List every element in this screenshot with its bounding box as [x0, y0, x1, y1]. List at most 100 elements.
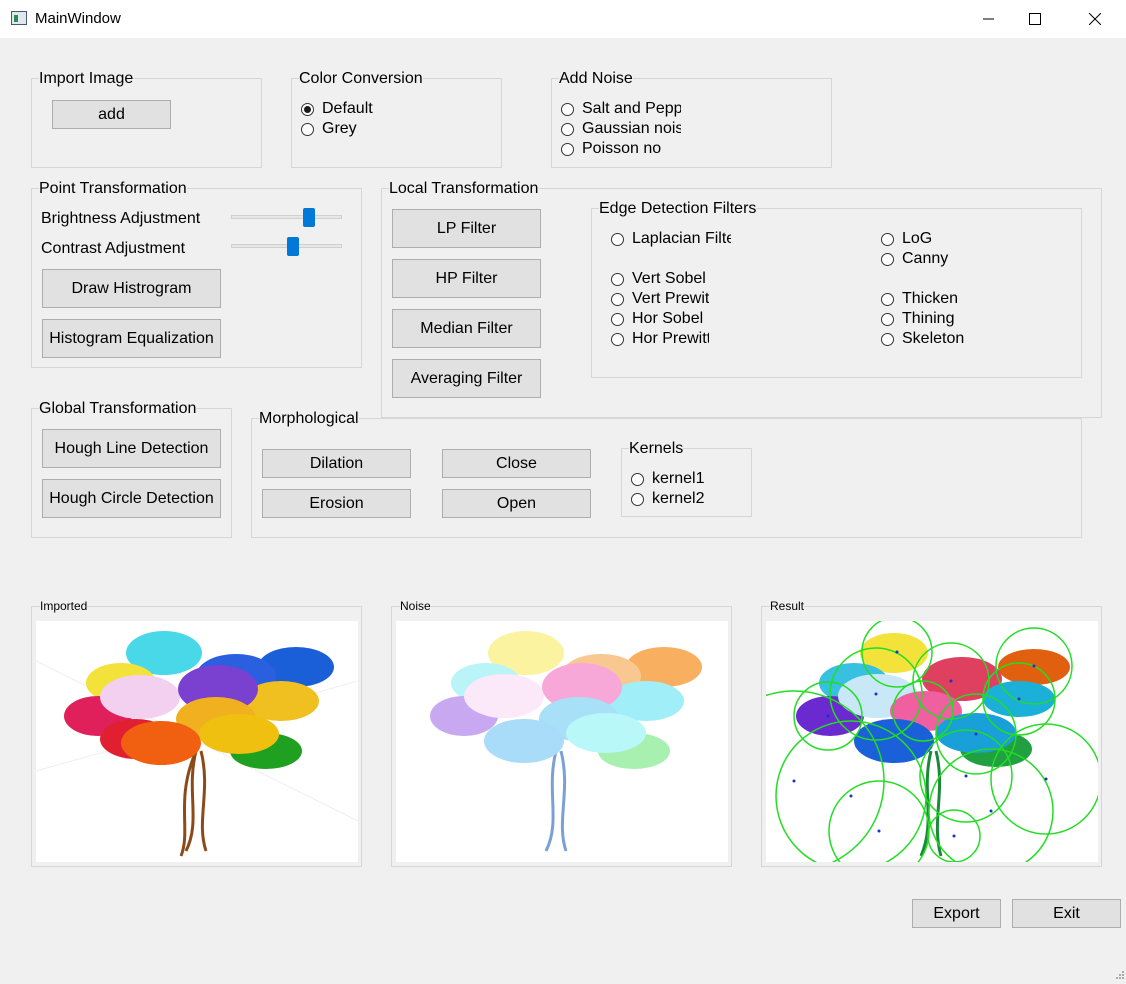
radio-poisson-noise-label: Poisson noise [582, 140, 662, 157]
hough-line-button[interactable]: Hough Line Detection [42, 429, 221, 468]
averaging-filter-button[interactable]: Averaging Filter [392, 359, 541, 398]
slider-handle[interactable] [287, 237, 299, 256]
radio-vert-sobel-label: Vert Sobel [632, 270, 706, 287]
maximize-button[interactable] [1012, 0, 1058, 38]
radio-indicator [631, 492, 644, 506]
radio-indicator [881, 292, 894, 306]
slider-handle[interactable] [303, 208, 315, 227]
edge-detection-title: Edge Detection Filters [599, 200, 757, 218]
radio-salt-pepper[interactable]: Salt and Pepper [561, 99, 681, 119]
radio-canny[interactable]: Canny [881, 249, 948, 269]
draw-histogram-button[interactable]: Draw Histrogram [42, 269, 221, 308]
global-transformation-title: Global Transformation [39, 400, 197, 418]
radio-indicator [561, 122, 574, 136]
radio-indicator [631, 472, 644, 486]
radio-thicken[interactable]: Thicken [881, 289, 958, 309]
radio-default-label: Default [322, 100, 373, 117]
radio-indicator [301, 122, 314, 136]
result-image [766, 621, 1098, 862]
local-transformation-title: Local Transformation [389, 180, 539, 198]
radio-indicator [611, 232, 624, 246]
close-icon [1089, 13, 1101, 25]
resize-grip-icon[interactable] [1114, 966, 1124, 979]
exit-button[interactable]: Exit [1012, 899, 1121, 928]
minimize-button[interactable] [966, 0, 1012, 38]
noise-image [396, 621, 728, 862]
radio-kernel2[interactable]: kernel2 [631, 489, 704, 509]
radio-salt-pepper-label: Salt and Pepper [582, 100, 681, 117]
noise-title: Noise [400, 599, 431, 613]
open-button[interactable]: Open [442, 489, 591, 518]
add-image-button[interactable]: add [52, 100, 171, 129]
histogram-equalization-button[interactable]: Histogram Equalization [42, 319, 221, 358]
radio-indicator-checked [301, 102, 314, 116]
median-filter-button[interactable]: Median Filter [392, 309, 541, 348]
result-title: Result [770, 599, 805, 613]
hough-circle-button[interactable]: Hough Circle Detection [42, 479, 221, 518]
radio-default[interactable]: Default [301, 99, 373, 119]
radio-indicator [611, 272, 624, 286]
radio-thicken-label: Thicken [902, 290, 959, 307]
radio-hor-prewitt-label: Hor Prewitt [632, 330, 709, 347]
radio-poisson-noise[interactable]: Poisson noise [561, 139, 662, 159]
brightness-label: Brightness Adjustment [41, 210, 201, 227]
radio-indicator [561, 102, 574, 116]
radio-indicator [881, 312, 894, 326]
radio-skeleton[interactable]: Skeleton [881, 329, 964, 349]
global-transformation-group [31, 408, 232, 538]
close-window-button[interactable] [1072, 0, 1118, 38]
imported-title: Imported [40, 599, 88, 613]
radio-hor-sobel-label: Hor Sobel [632, 310, 704, 327]
close-button[interactable]: Close [442, 449, 591, 478]
radio-kernel2-label: kernel2 [652, 490, 705, 507]
radio-thining[interactable]: Thining [881, 309, 954, 329]
color-conversion-title: Color Conversion [299, 70, 423, 88]
contrast-label: Contrast Adjustment [41, 240, 186, 257]
brightness-slider[interactable] [231, 208, 342, 228]
radio-gaussian-noise[interactable]: Gaussian noise [561, 119, 681, 139]
imported-balloons-image [36, 631, 358, 857]
app-icon [11, 11, 27, 25]
radio-indicator [881, 332, 894, 346]
radio-gaussian-noise-label: Gaussian noise [582, 120, 681, 137]
radio-skeleton-label: Skeleton [902, 330, 965, 347]
add-noise-title: Add Noise [559, 70, 633, 88]
radio-kernel1[interactable]: kernel1 [631, 469, 704, 489]
radio-laplacian-label: Laplacian Filter [632, 230, 731, 247]
erosion-button[interactable]: Erosion [262, 489, 411, 518]
radio-laplacian-filter[interactable]: Laplacian Filter [611, 229, 731, 249]
kernels-title: Kernels [629, 440, 684, 458]
maximize-icon [1029, 13, 1041, 25]
radio-indicator [881, 252, 894, 266]
radio-thining-label: Thining [902, 310, 955, 327]
radio-kernel1-label: kernel1 [652, 470, 705, 487]
export-button[interactable]: Export [912, 899, 1001, 928]
radio-hor-sobel[interactable]: Hor Sobel [611, 309, 711, 329]
radio-vert-prewitt[interactable]: Vert Prewitt [611, 289, 709, 309]
radio-indicator [881, 232, 894, 246]
hp-filter-button[interactable]: HP Filter [392, 259, 541, 298]
noise-balloons-image [430, 631, 702, 852]
import-image-title: Import Image [39, 70, 134, 88]
window-title: MainWindow [35, 10, 121, 27]
dilation-button[interactable]: Dilation [262, 449, 411, 478]
radio-vert-prewitt-label: Vert Prewitt [632, 290, 709, 307]
contrast-slider[interactable] [231, 237, 342, 257]
radio-hor-prewitt[interactable]: Hor Prewitt [611, 329, 709, 349]
lp-filter-button[interactable]: LP Filter [392, 209, 541, 248]
radio-log[interactable]: LoG [881, 229, 932, 249]
imported-image [36, 621, 358, 862]
title-bar: MainWindow [0, 0, 1126, 38]
point-transformation-title: Point Transformation [39, 180, 187, 198]
morphological-title: Morphological [259, 410, 359, 428]
radio-grey-label: Grey [322, 120, 357, 137]
radio-indicator [611, 292, 624, 306]
radio-indicator [561, 142, 574, 156]
slider-track [231, 215, 342, 219]
radio-indicator [611, 332, 624, 346]
radio-log-label: LoG [902, 230, 933, 247]
minimize-icon [983, 18, 994, 20]
radio-grey[interactable]: Grey [301, 119, 357, 139]
radio-vert-sobel[interactable]: Vert Sobel [611, 269, 711, 289]
result-balloons-image [766, 621, 1098, 862]
